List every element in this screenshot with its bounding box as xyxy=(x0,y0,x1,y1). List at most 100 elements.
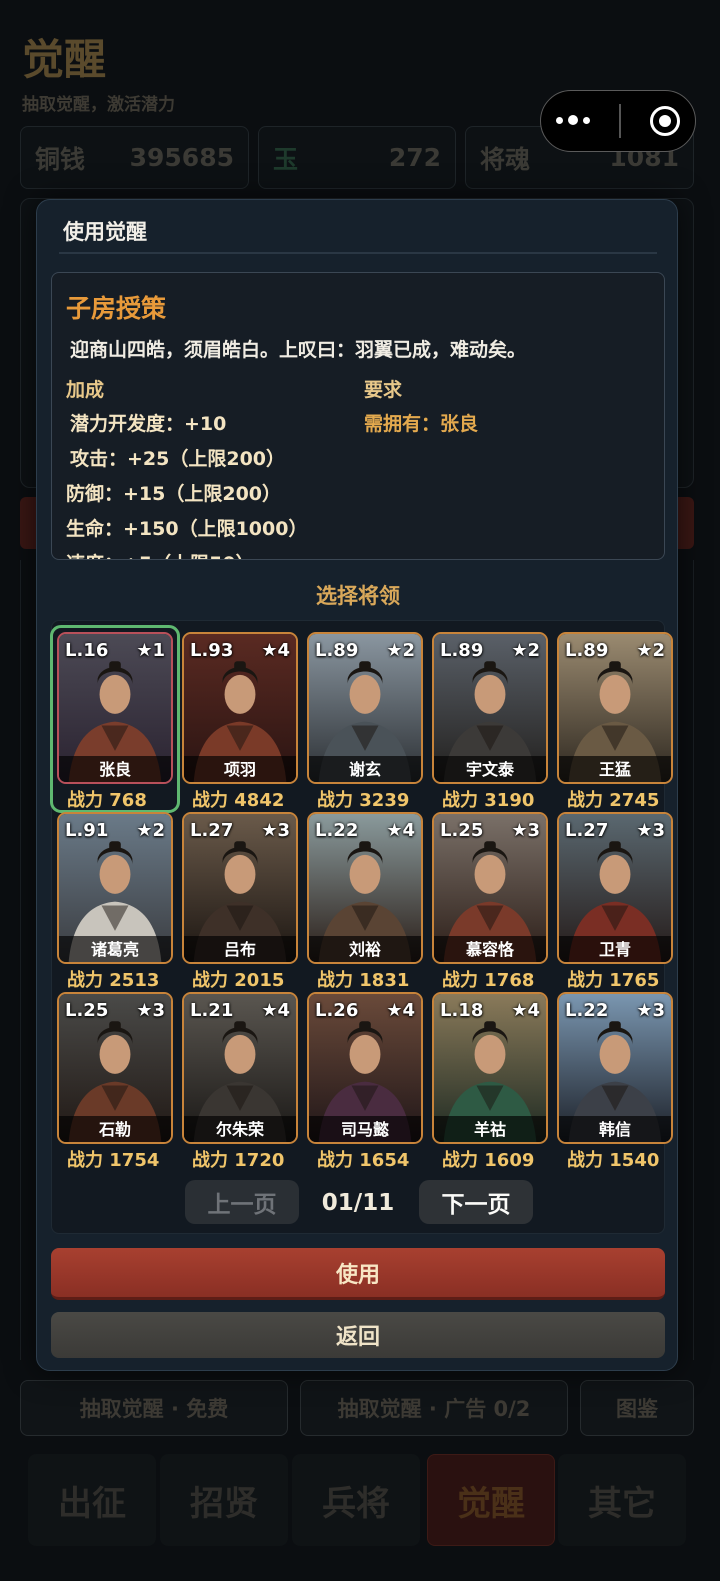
page-subtitle: 抽取觉醒，激活潜力 xyxy=(22,95,175,115)
general-card[interactable]: L.22 ★3 韩信 xyxy=(557,992,673,1144)
requirement-heading: 要求 xyxy=(364,379,403,401)
more-dots-icon[interactable] xyxy=(555,115,590,126)
general-card[interactable]: L.25 ★3 石勒 xyxy=(57,992,173,1144)
general-level: L.26 xyxy=(315,1000,359,1021)
general-name: 卫青 xyxy=(598,940,631,959)
skill-description: 迎商山四皓，须眉皓白。上叹曰：羽翼已成，难动矣。 xyxy=(70,339,527,361)
prev-page-button[interactable]: 上一页 xyxy=(185,1180,299,1224)
general-power: 战力 1765 xyxy=(567,970,660,991)
general-level: L.89 xyxy=(440,640,484,661)
general-card[interactable]: L.26 ★4 司马懿 xyxy=(307,992,423,1144)
general-level: L.27 xyxy=(190,820,234,841)
general-level: L.18 xyxy=(440,1000,484,1021)
general-name: 宇文泰 xyxy=(465,760,514,779)
select-general-title: 选择将领 xyxy=(316,584,400,608)
use-button[interactable]: 使用 xyxy=(51,1248,665,1300)
general-level: L.91 xyxy=(65,820,109,841)
general-stars: ★2 xyxy=(386,640,415,661)
general-card[interactable]: L.16 ★1 张良 xyxy=(57,632,173,784)
resource-label: 玉 xyxy=(273,144,299,174)
tab-recruit[interactable]: 招贤 xyxy=(160,1454,288,1546)
general-name: 尔朱荣 xyxy=(215,1120,264,1139)
general-level: L.16 xyxy=(65,640,109,661)
general-card[interactable]: L.89 ★2 谢玄 xyxy=(307,632,423,784)
resource-jade: 玉 272 xyxy=(258,126,456,189)
page-title: 觉醒 xyxy=(22,35,107,84)
general-name: 石勒 xyxy=(98,1120,131,1139)
general-card[interactable]: L.25 ★3 慕容恪 xyxy=(432,812,548,964)
background-frame xyxy=(20,560,36,1360)
tab-generals[interactable]: 兵将 xyxy=(292,1454,420,1546)
free-draw-button[interactable]: 抽取觉醒 · 免费 xyxy=(20,1380,288,1436)
bonus-heading: 加成 xyxy=(66,379,105,401)
general-power: 战力 1720 xyxy=(192,1150,285,1171)
general-card[interactable]: L.93 ★4 项羽 xyxy=(182,632,298,784)
general-power: 战力 2015 xyxy=(192,970,285,991)
general-level: L.22 xyxy=(565,1000,609,1021)
resource-copper: 铜钱 395685 xyxy=(20,126,249,189)
general-card[interactable]: L.18 ★4 羊祜 xyxy=(432,992,548,1144)
general-name: 刘裕 xyxy=(348,940,381,959)
next-page-button[interactable]: 下一页 xyxy=(419,1180,533,1224)
general-level: L.27 xyxy=(565,820,609,841)
tab-other[interactable]: 其它 xyxy=(558,1454,686,1546)
general-stars: ★3 xyxy=(136,1000,165,1021)
general-name: 吕布 xyxy=(223,940,256,959)
target-circle-icon[interactable] xyxy=(650,106,681,136)
general-level: L.22 xyxy=(315,820,359,841)
general-name: 诸葛亮 xyxy=(90,940,139,959)
general-card[interactable]: L.91 ★2 诸葛亮 xyxy=(57,812,173,964)
general-stars: ★2 xyxy=(136,820,165,841)
general-card[interactable]: L.27 ★3 吕布 xyxy=(182,812,298,964)
general-level: L.89 xyxy=(315,640,359,661)
capsule-divider xyxy=(619,104,621,138)
general-card[interactable]: L.89 ★2 王猛 xyxy=(557,632,673,784)
skill-info-box[interactable]: 子房授策 迎商山四皓，须眉皓白。上叹曰：羽翼已成，难动矣。 加成 要求 需拥有：… xyxy=(51,272,665,560)
general-stars: ★2 xyxy=(636,640,665,661)
resource-label: 将魂 xyxy=(480,144,531,174)
general-name: 慕容恪 xyxy=(465,940,514,959)
general-power: 战力 4842 xyxy=(192,790,285,811)
general-stars: ★3 xyxy=(261,820,290,841)
general-name: 韩信 xyxy=(598,1120,631,1139)
general-power: 战力 3239 xyxy=(317,790,410,811)
miniprogram-capsule xyxy=(540,90,696,152)
bonus-line: 速度：+5（上限50） xyxy=(66,549,255,559)
general-stars: ★3 xyxy=(636,1000,665,1021)
bonus-line: 生命：+150（上限1000） xyxy=(66,518,308,540)
general-power: 战力 1754 xyxy=(67,1150,160,1171)
tab-awaken[interactable]: 觉醒 xyxy=(427,1454,555,1546)
general-stars: ★4 xyxy=(386,1000,415,1021)
general-card[interactable]: L.27 ★3 卫青 xyxy=(557,812,673,964)
general-stars: ★1 xyxy=(136,640,165,661)
resource-value: 272 xyxy=(388,143,441,172)
general-power: 战力 1768 xyxy=(442,970,535,991)
tab-expedition[interactable]: 出征 xyxy=(28,1454,156,1546)
divider xyxy=(59,252,657,254)
resource-label: 铜钱 xyxy=(35,144,86,174)
general-stars: ★4 xyxy=(261,1000,290,1021)
general-stars: ★3 xyxy=(511,820,540,841)
general-card[interactable]: L.22 ★4 刘裕 xyxy=(307,812,423,964)
ad-draw-button[interactable]: 抽取觉醒 · 广告 0/2 xyxy=(300,1380,568,1436)
bonus-line: 潜力开发度：+10 xyxy=(70,413,227,435)
codex-button[interactable]: 图鉴 xyxy=(580,1380,694,1436)
general-name: 羊祜 xyxy=(473,1120,506,1139)
general-stars: ★4 xyxy=(386,820,415,841)
general-level: L.25 xyxy=(65,1000,109,1021)
general-stars: ★4 xyxy=(261,640,290,661)
general-power: 战力 768 xyxy=(67,790,147,811)
back-button[interactable]: 返回 xyxy=(51,1312,665,1358)
general-name: 谢玄 xyxy=(348,760,381,779)
resource-value: 395685 xyxy=(129,143,234,172)
modal-title: 使用觉醒 xyxy=(63,220,147,244)
bottom-tab-bar: 出征 招贤 兵将 觉醒 其它 xyxy=(20,1446,694,1556)
general-name: 项羽 xyxy=(223,760,256,779)
general-stars: ★3 xyxy=(636,820,665,841)
general-level: L.21 xyxy=(190,1000,234,1021)
general-card[interactable]: L.89 ★2 宇文泰 xyxy=(432,632,548,784)
general-power: 战力 2745 xyxy=(567,790,660,811)
general-card[interactable]: L.21 ★4 尔朱荣 xyxy=(182,992,298,1144)
page-indicator: 01/11 xyxy=(321,1190,395,1216)
general-stars: ★2 xyxy=(511,640,540,661)
